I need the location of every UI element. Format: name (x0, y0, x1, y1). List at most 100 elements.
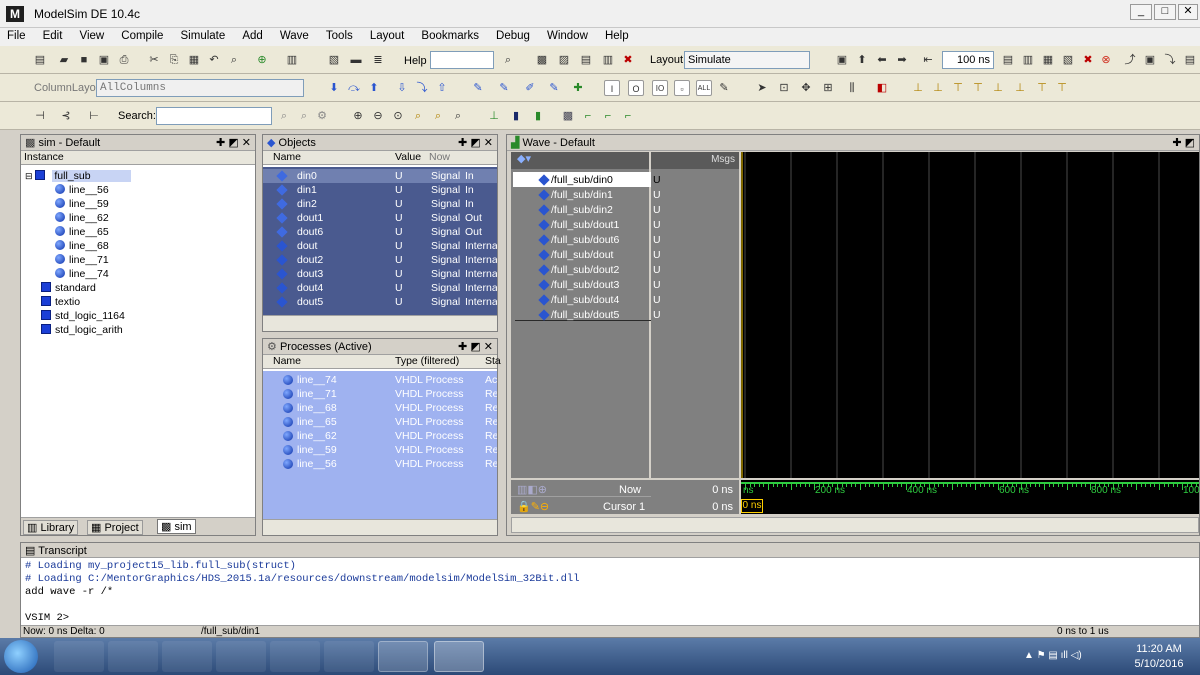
tree-row[interactable]: line__65 (55, 225, 109, 239)
output-signal-icon[interactable]: O (628, 80, 644, 96)
cursor-delete-icon[interactable]: ⊥ (930, 80, 946, 96)
new-file-icon[interactable]: ▤ (32, 52, 48, 68)
open-folder-icon[interactable]: ▰ (56, 52, 72, 68)
step-back-icon[interactable]: ▤ (1182, 52, 1198, 68)
sim-restart-icon[interactable]: ▩ (534, 52, 550, 68)
list-icon[interactable]: ≣ (370, 52, 386, 68)
zoom-cursor-icon[interactable]: ⌕ (410, 108, 426, 124)
waveform-canvas[interactable] (741, 152, 1199, 478)
zoom-out-icon[interactable]: ⊖ (370, 108, 386, 124)
tree-row-root[interactable]: ⊟ full_sub (25, 169, 131, 183)
end-sim-icon[interactable]: ⊗ (1098, 52, 1114, 68)
save-icon[interactable]: ■ (76, 52, 92, 68)
arrow-up-icon[interactable]: ⬆ (854, 52, 870, 68)
search-find-icon[interactable]: ⌕ (276, 108, 292, 124)
find-icon[interactable]: ⌕ (226, 52, 242, 68)
arrow-left-icon[interactable]: ⬅ (874, 52, 890, 68)
objects-hscrollbar[interactable] (263, 315, 497, 331)
wave-compare-icon[interactable]: ✎ (470, 80, 486, 96)
hierarchy-expand-icon[interactable]: ⊰ (58, 108, 74, 124)
add-icon[interactable]: ⊕ (254, 52, 270, 68)
zoom-in-icon[interactable]: ⊕ (350, 108, 366, 124)
col-name[interactable]: Name (273, 151, 301, 163)
all-signals-icon[interactable]: ALL (696, 80, 712, 96)
pane-controls-icon[interactable]: ✚ ◩ ✕ (216, 136, 251, 149)
modelsim-taskbar-icon[interactable] (434, 641, 484, 672)
cut-icon[interactable]: ✂ (146, 52, 162, 68)
run-icon[interactable]: ▤ (1000, 52, 1016, 68)
memory-icon[interactable]: ▬ (348, 52, 364, 68)
break-icon[interactable]: ▧ (1060, 52, 1076, 68)
select-pointer-icon[interactable]: ➤ (754, 80, 770, 96)
filter-icon[interactable]: ✎ (716, 80, 732, 96)
step-icon[interactable]: ⤴ (1122, 52, 1138, 68)
input-signal-icon[interactable]: I (604, 80, 620, 96)
wave-signal-name[interactable]: /full_sub/dout (551, 248, 613, 262)
wave-literal-icon[interactable]: ⌐ (580, 108, 596, 124)
tree-row[interactable]: std_logic_arith (41, 323, 123, 337)
ie-icon[interactable] (54, 641, 104, 672)
internal-signal-icon[interactable]: ▫ (674, 80, 690, 96)
find-transition-icon[interactable]: ⊤ (1034, 80, 1050, 96)
zoom-range-icon[interactable]: ⌕ (430, 108, 446, 124)
wave-logic-icon[interactable]: ⌐ (600, 108, 616, 124)
sim-stop-icon[interactable]: ✖ (620, 52, 636, 68)
step-env-icon[interactable]: ⇩ (394, 80, 410, 96)
wave-signal-name[interactable]: /full_sub/dout5 (551, 308, 619, 322)
tree-collapse-icon[interactable]: ⊟ (25, 171, 33, 181)
tree-row[interactable]: line__71 (55, 253, 109, 267)
pane-controls-icon[interactable]: ✚ ◩ (1172, 136, 1195, 149)
tree-row[interactable]: line__74 (55, 267, 109, 281)
maximize-button[interactable]: □ (1154, 4, 1176, 20)
tree-row[interactable]: line__59 (55, 197, 109, 211)
find-value-icon[interactable]: ⊤ (1054, 80, 1070, 96)
paste-icon[interactable]: ▦ (186, 52, 202, 68)
wave-mark-icon[interactable]: ✐ (522, 80, 538, 96)
help-search-icon[interactable]: ⌕ (500, 52, 516, 68)
step-into-icon[interactable]: ⬇ (326, 80, 342, 96)
layout-select[interactable]: Simulate (684, 51, 810, 69)
pan-mode-icon[interactable]: ✥ (798, 80, 814, 96)
copy-icon[interactable]: ⎘ (166, 52, 182, 68)
close-button[interactable]: ✕ (1178, 4, 1198, 20)
processes-hscrollbar[interactable] (263, 519, 497, 535)
zoom-full-icon[interactable]: ⊙ (390, 108, 406, 124)
find-next-edge-icon[interactable]: ⊤ (970, 80, 986, 96)
col-name[interactable]: Name (273, 355, 301, 367)
wave-color-icon[interactable]: ▮ (530, 108, 546, 124)
continue-icon[interactable]: ▥ (1020, 52, 1036, 68)
wave-signal-name[interactable]: /full_sub/din1 (551, 188, 613, 202)
library-icon[interactable]: ▧ (326, 52, 342, 68)
search-options-icon[interactable]: ⌕ (296, 108, 312, 124)
step-return-icon[interactable]: ⬆ (366, 80, 382, 96)
menu-edit[interactable]: Edit (36, 28, 70, 42)
menu-compile[interactable]: Compile (114, 28, 170, 42)
menu-add[interactable]: Add (235, 28, 269, 42)
sim-config-icon[interactable]: ▨ (556, 52, 572, 68)
sim-step-icon[interactable]: ▥ (600, 52, 616, 68)
restart-icon[interactable]: ⇤ (920, 52, 936, 68)
firefox-icon[interactable] (270, 641, 320, 672)
pane-controls-icon[interactable]: ✚ ◩ ✕ (458, 340, 493, 353)
search-filter-icon[interactable]: ⚙ (314, 108, 330, 124)
tree-row[interactable]: line__68 (55, 239, 109, 253)
hierarchy-icon[interactable]: ⊣ (32, 108, 48, 124)
menu-help[interactable]: Help (598, 28, 636, 42)
col-now[interactable]: Now (429, 151, 450, 163)
wave-bars-icon[interactable]: ⫼ (844, 80, 860, 96)
wave-signal-name[interactable]: /full_sub/dout2 (551, 263, 619, 277)
step-out-icon[interactable]: ⤵ (1162, 52, 1178, 68)
wave-signal-name[interactable]: /full_sub/din2 (551, 203, 613, 217)
menu-bookmarks[interactable]: Bookmarks (414, 28, 486, 42)
wave-pen-icon[interactable]: ✎ (546, 80, 562, 96)
step-over-blue-icon[interactable]: ⤼ (346, 80, 362, 96)
inout-signal-icon[interactable]: IO (652, 80, 668, 96)
wave-hscrollbar[interactable] (511, 517, 1199, 533)
wave-add-icon[interactable]: ✚ (570, 80, 586, 96)
tree-row[interactable]: textio (41, 295, 80, 309)
col-value[interactable]: Value (395, 151, 421, 163)
run-all-icon[interactable]: ▦ (1040, 52, 1056, 68)
edit-mode-icon[interactable]: ⊞ (820, 80, 836, 96)
zoom-mode-icon[interactable]: ⊡ (776, 80, 792, 96)
find-rising-edge-icon[interactable]: ⊥ (990, 80, 1006, 96)
